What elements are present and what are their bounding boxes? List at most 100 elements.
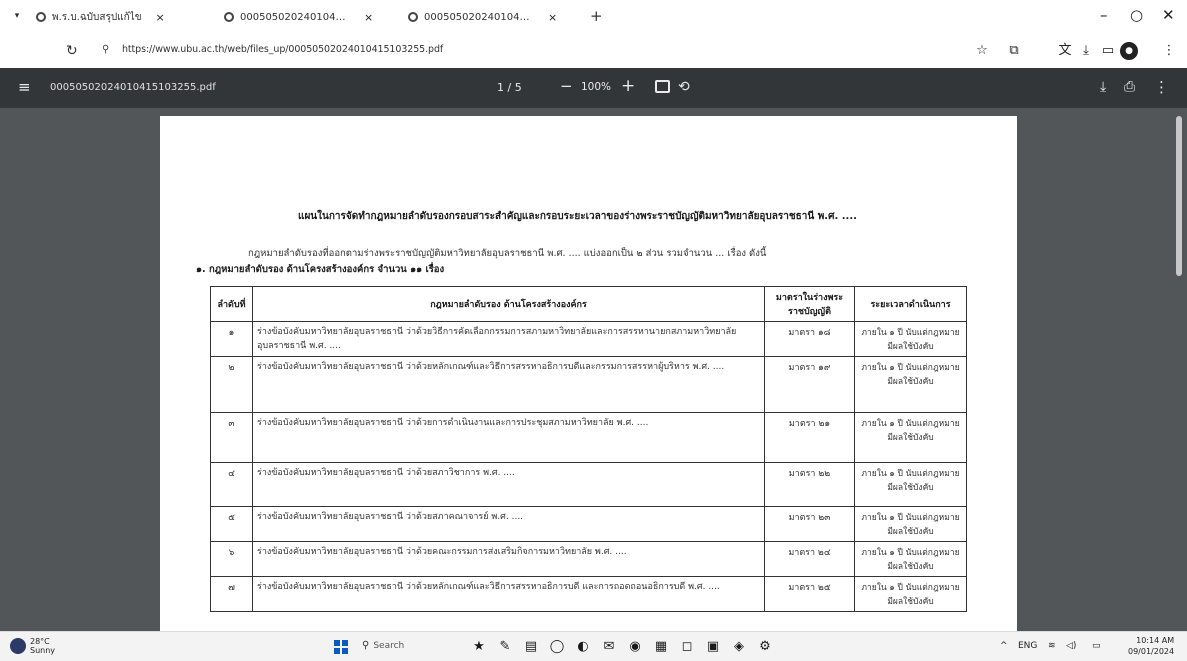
weather-widget[interactable]: 28°C Sunny bbox=[10, 637, 55, 655]
row-deadline: ภายใน ๑ ปี นับแต่กฎหมายมีผลใช้บังคับ bbox=[854, 321, 967, 357]
pdf-more-actions-icon[interactable]: ⋮ bbox=[1154, 78, 1169, 96]
taskbar-app-icon[interactable]: ◐ bbox=[574, 638, 592, 656]
taskbar-app-icon[interactable]: ★ bbox=[470, 638, 488, 656]
row-law-name: ร่างข้อบังคับมหาวิทยาลัยอุบลราชธานี ว่าด… bbox=[252, 356, 765, 413]
taskbar-app-icon[interactable]: ✉ bbox=[600, 638, 618, 656]
downloads-icon[interactable]: ⤓ bbox=[1077, 42, 1095, 60]
pdf-page-indicator: 1 / 5 bbox=[497, 81, 522, 94]
page-current-input[interactable]: 1 bbox=[497, 81, 504, 94]
zoom-in-button[interactable]: + bbox=[621, 76, 635, 96]
tray-language[interactable]: ENG bbox=[1018, 641, 1037, 651]
tab-title: 00050502024010415103255.pdf bbox=[424, 11, 534, 23]
document-title: แผนในการจัดทำกฎหมายลำดับรองกรอบสาระสำคัญ… bbox=[298, 211, 857, 222]
row-section: มาตรา ๒๔ bbox=[764, 541, 855, 577]
taskbar-search[interactable]: ⚲ Search bbox=[362, 640, 404, 651]
row-law-name: ร่างข้อบังคับมหาวิทยาลัยอุบลราชธานี ว่าด… bbox=[252, 576, 765, 612]
weather-sun-icon bbox=[10, 638, 26, 654]
browser-tab-2[interactable]: 0005050202401041510325 × bbox=[224, 7, 404, 27]
extensions-icon[interactable]: ⧉ bbox=[1005, 42, 1023, 60]
reload-icon[interactable]: ↻ bbox=[66, 42, 78, 60]
tab-favicon-icon bbox=[224, 12, 234, 22]
new-tab-button[interactable]: + bbox=[590, 8, 603, 24]
tab-close-icon[interactable]: × bbox=[548, 11, 557, 24]
zoom-level-input[interactable]: 100% bbox=[581, 81, 611, 93]
taskbar-app-icon[interactable]: ⚙ bbox=[756, 638, 774, 656]
tab-favicon-icon bbox=[408, 12, 418, 22]
table-row: ๔ ร่างข้อบังคับมหาวิทยาลัยอุบลราชธานี ว่… bbox=[210, 462, 967, 507]
row-section: มาตรา ๒๓ bbox=[764, 506, 855, 542]
row-number: ๕ bbox=[210, 506, 253, 542]
pdf-download-icon[interactable]: ⤓ bbox=[1100, 78, 1106, 96]
column-header-section: มาตราในร่างพระราชบัญญัติ bbox=[764, 286, 855, 322]
browser-menu-icon[interactable]: ⋮ bbox=[1160, 42, 1178, 60]
browser-tab-strip: ▾ พ.ร.บ.ฉบับสรุปแก้ไข × 0005050202401041… bbox=[0, 0, 1187, 34]
table-row: ๑ ร่างข้อบังคับมหาวิทยาลัยอุบลราชธานี ว่… bbox=[210, 321, 967, 357]
law-table: ลำดับที่ กฎหมายลำดับรอง ด้านโครงสร้างองค… bbox=[210, 286, 967, 612]
url-input[interactable]: https://www.ubu.ac.th/web/files_up/00050… bbox=[122, 44, 443, 55]
row-law-name: ร่างข้อบังคับมหาวิทยาลัยอุบลราชธานี ว่าด… bbox=[252, 506, 765, 542]
side-panel-icon[interactable]: ▭ bbox=[1099, 42, 1117, 60]
weather-description: Sunny bbox=[30, 646, 56, 655]
window-maximize-button[interactable]: ○ bbox=[1130, 6, 1143, 24]
row-number: ๓ bbox=[210, 412, 253, 463]
volume-icon[interactable]: ◁) bbox=[1066, 641, 1076, 651]
table-row: ๓ ร่างข้อบังคับมหาวิทยาลัยอุบลราชธานี ว่… bbox=[210, 412, 967, 463]
window-minimize-button[interactable]: – bbox=[1100, 6, 1108, 24]
profile-avatar-icon[interactable]: ● bbox=[1120, 42, 1138, 60]
table-row: ๒ ร่างข้อบังคับมหาวิทยาลัยอุบลราชธานี ว่… bbox=[210, 356, 967, 413]
battery-icon[interactable]: ▭ bbox=[1092, 641, 1101, 651]
wifi-icon[interactable]: ≋ bbox=[1048, 641, 1056, 651]
pdf-toolbar: ≡ 00050502024010415103255.pdf 1 / 5 − 10… bbox=[0, 68, 1187, 108]
browser-tab-1[interactable]: พ.ร.บ.ฉบับสรุปแก้ไข × bbox=[36, 7, 216, 27]
pdf-filename: 00050502024010415103255.pdf bbox=[50, 82, 216, 93]
fit-to-page-icon[interactable] bbox=[655, 80, 670, 93]
pdf-print-icon[interactable]: ⎙ bbox=[1124, 78, 1135, 96]
taskbar-app-icon[interactable]: ◉ bbox=[626, 638, 644, 656]
pdf-scrollbar-thumb[interactable] bbox=[1176, 116, 1182, 276]
row-section: มาตรา ๒๑ bbox=[764, 412, 855, 463]
window-close-button[interactable]: ✕ bbox=[1162, 6, 1175, 24]
tray-chevron-icon[interactable]: ^ bbox=[1000, 641, 1008, 651]
column-header-deadline: ระยะเวลาดำเนินการ bbox=[854, 286, 967, 322]
pdf-viewer: ≡ 00050502024010415103255.pdf 1 / 5 − 10… bbox=[0, 68, 1187, 631]
table-header-row: ลำดับที่ กฎหมายลำดับรอง ด้านโครงสร้างองค… bbox=[210, 286, 967, 322]
row-section: มาตรา ๒๕ bbox=[764, 576, 855, 612]
row-number: ๗ bbox=[210, 576, 253, 612]
page-total: 5 bbox=[514, 81, 522, 94]
taskbar-app-icon[interactable]: ◯ bbox=[548, 638, 566, 656]
taskbar-app-icon[interactable]: ▤ bbox=[522, 638, 540, 656]
site-info-icon[interactable]: ⚲ bbox=[102, 44, 109, 55]
taskbar-app-icon[interactable]: ▦ bbox=[652, 638, 670, 656]
row-number: ๔ bbox=[210, 462, 253, 507]
row-deadline: ภายใน ๑ ปี นับแต่กฎหมายมีผลใช้บังคับ bbox=[854, 576, 967, 612]
taskbar-clock[interactable]: 10:14 AM 09/01/2024 bbox=[1128, 635, 1174, 657]
pdf-sidebar-menu-icon[interactable]: ≡ bbox=[18, 79, 31, 95]
clock-time: 10:14 AM bbox=[1136, 636, 1175, 645]
row-deadline: ภายใน ๑ ปี นับแต่กฎหมายมีผลใช้บังคับ bbox=[854, 462, 967, 507]
bookmark-star-icon[interactable]: ☆ bbox=[973, 42, 991, 60]
taskbar-app-icon[interactable]: ✎ bbox=[496, 638, 514, 656]
tab-title: พ.ร.บ.ฉบับสรุปแก้ไข bbox=[52, 11, 142, 23]
tab-close-icon[interactable]: × bbox=[156, 11, 165, 24]
tab-list-chevron-icon[interactable]: ▾ bbox=[10, 9, 24, 23]
row-deadline: ภายใน ๑ ปี นับแต่กฎหมายมีผลใช้บังคับ bbox=[854, 541, 967, 577]
row-law-name: ร่างข้อบังคับมหาวิทยาลัยอุบลราชธานี ว่าด… bbox=[252, 412, 765, 463]
column-header-law: กฎหมายลำดับรอง ด้านโครงสร้างองค์กร bbox=[252, 286, 765, 322]
start-button-icon[interactable] bbox=[334, 640, 348, 654]
taskbar-app-icon[interactable]: ◈ bbox=[730, 638, 748, 656]
taskbar-app-icon[interactable]: ▣ bbox=[704, 638, 722, 656]
browser-tab-3-active[interactable]: 00050502024010415103255.pdf × bbox=[408, 7, 586, 27]
row-section: มาตรา ๑๘ bbox=[764, 321, 855, 357]
search-icon: ⚲ bbox=[362, 640, 370, 651]
row-number: ๑ bbox=[210, 321, 253, 357]
taskbar-app-icon[interactable]: ◻ bbox=[678, 638, 696, 656]
zoom-out-button[interactable]: − bbox=[560, 77, 573, 95]
translate-icon[interactable]: 文 bbox=[1056, 42, 1074, 60]
document-section-heading: ๑. กฎหมายลำดับรอง ด้านโครงสร้างองค์กร จำ… bbox=[196, 264, 445, 275]
windows-taskbar: 28°C Sunny ⚲ Search ★ ✎ ▤ ◯ ◐ ✉ ◉ ▦ ◻ ▣ ◈… bbox=[0, 631, 1187, 661]
column-header-number: ลำดับที่ bbox=[210, 286, 253, 322]
tab-close-icon[interactable]: × bbox=[364, 11, 373, 24]
rotate-icon[interactable]: ⟲ bbox=[678, 78, 690, 96]
row-deadline: ภายใน ๑ ปี นับแต่กฎหมายมีผลใช้บังคับ bbox=[854, 412, 967, 463]
row-deadline: ภายใน ๑ ปี นับแต่กฎหมายมีผลใช้บังคับ bbox=[854, 356, 967, 413]
